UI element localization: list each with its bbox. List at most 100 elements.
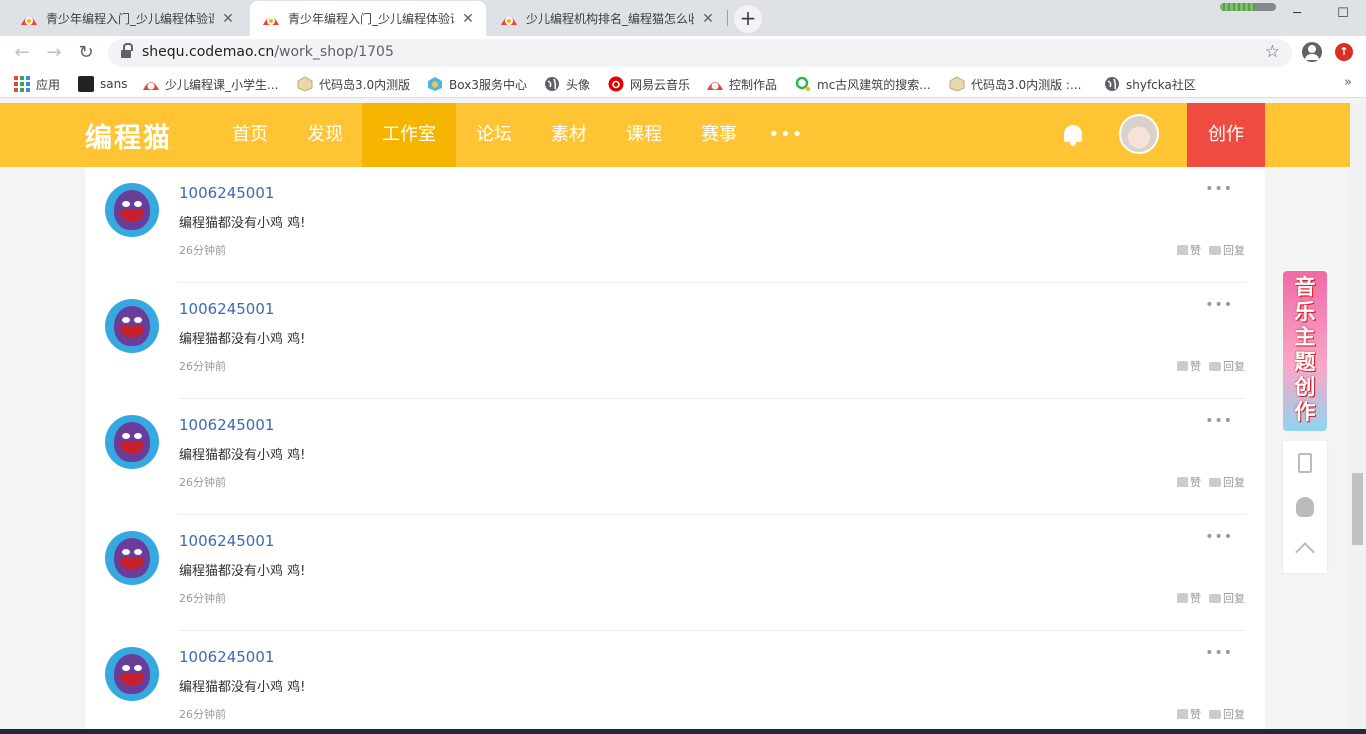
browser-tab[interactable]: 青少年编程入门_少儿编程体验课 ✕ — [8, 1, 246, 36]
like-button[interactable]: 赞 — [1177, 474, 1201, 490]
scrollbar-thumb[interactable] — [1352, 473, 1363, 545]
bookmark-mc-search[interactable]: mc古风建筑的搜索... — [795, 75, 931, 93]
nav-materials[interactable]: 素材 — [539, 103, 599, 167]
bookmark-star-icon[interactable]: ☆ — [1265, 42, 1280, 62]
close-tab-icon[interactable]: ✕ — [700, 11, 716, 27]
update-icon[interactable]: ↑ — [1335, 43, 1353, 61]
reload-icon[interactable]: ↻ — [73, 40, 99, 66]
bookmarks-overflow-icon[interactable]: » — [1344, 75, 1352, 90]
comment-more-icon[interactable]: ••• — [1205, 529, 1233, 545]
chevron-up-icon — [1295, 542, 1315, 562]
url-text[interactable]: shequ.codemao.cn/work_shop/1705 — [142, 44, 394, 60]
url-path: /work_shop/1705 — [274, 44, 394, 60]
codemao-logo[interactable]: 编程猫 — [85, 116, 172, 155]
bookmark-netease-music[interactable]: 网易云音乐 — [608, 75, 690, 93]
cube-icon — [949, 76, 965, 92]
bookmark-label: Box3服务中心 — [449, 77, 527, 92]
reply-button[interactable]: 回复 — [1209, 474, 1245, 490]
new-tab-button[interactable]: + — [734, 5, 762, 33]
commenter-name[interactable]: 1006245001 — [179, 300, 274, 318]
comment-more-icon[interactable]: ••• — [1205, 645, 1233, 661]
back-to-top-button[interactable] — [1283, 529, 1327, 573]
lock-icon[interactable] — [121, 43, 133, 58]
bookmark-shyfcka[interactable]: shyfcka社区 — [1104, 75, 1196, 93]
side-toolbar — [1283, 441, 1327, 573]
nav-discover[interactable]: 发现 — [295, 103, 355, 167]
commenter-avatar[interactable] — [105, 415, 159, 469]
codemao-favicon-icon — [21, 16, 37, 25]
comment-time: 26分钟前 — [179, 244, 226, 257]
commenter-name[interactable]: 1006245001 — [179, 532, 274, 550]
qq-group-button[interactable] — [1283, 485, 1327, 529]
commenter-avatar[interactable] — [105, 531, 159, 585]
codemao-icon — [143, 82, 159, 90]
comment-more-icon[interactable]: ••• — [1205, 181, 1233, 197]
maximize-window-icon[interactable]: ☐ — [1320, 0, 1366, 30]
comment-item: 1006245001 编程猫都没有小鸡 鸡! 26分钟前 ••• 赞 回复 — [85, 399, 1265, 515]
browser-tab-active[interactable]: 青少年编程入门_少儿编程体验课 ✕ — [250, 1, 486, 36]
commenter-name[interactable]: 1006245001 — [179, 184, 274, 202]
minimize-window-icon[interactable]: ─ — [1274, 0, 1320, 30]
bookmark-label: 网易云音乐 — [630, 77, 691, 92]
commenter-avatar[interactable] — [105, 183, 159, 237]
bookmark-label: 头像 — [566, 77, 591, 92]
url-host: shequ.codemao.cn — [142, 44, 275, 60]
browser-tab[interactable]: 少儿编程机构排名_编程猫怎么收 ✕ — [488, 1, 726, 36]
bookmark-codeisland-2[interactable]: 代码岛3.0内测版 :... — [949, 75, 1081, 93]
like-button[interactable]: 赞 — [1177, 242, 1201, 258]
nav-courses[interactable]: 课程 — [614, 103, 674, 167]
sans-icon — [78, 76, 94, 92]
nav-forum[interactable]: 论坛 — [464, 103, 524, 167]
bookmark-label: shyfcka社区 — [1126, 77, 1196, 92]
bookmark-control-works[interactable]: 控制作品 — [707, 75, 777, 93]
address-bar[interactable]: shequ.codemao.cn/work_shop/1705 ☆ — [108, 39, 1292, 67]
commenter-name[interactable]: 1006245001 — [179, 648, 274, 666]
close-tab-icon[interactable]: ✕ — [220, 11, 236, 27]
bookmark-box3[interactable]: Box3服务中心 — [427, 75, 527, 93]
codemao-favicon-icon — [263, 16, 279, 25]
bookmark-avatar[interactable]: 头像 — [544, 75, 590, 93]
comment-text: 编程猫都没有小鸡 鸡! — [179, 564, 306, 579]
comment-more-icon[interactable]: ••• — [1205, 413, 1233, 429]
bookmark-codeisland[interactable]: 代码岛3.0内测版 — [297, 75, 410, 93]
commenter-avatar[interactable] — [105, 299, 159, 353]
comment-text: 编程猫都没有小鸡 鸡! — [179, 448, 306, 463]
forward-arrow-icon[interactable]: → — [41, 40, 67, 66]
reply-bubble-icon — [1209, 361, 1221, 371]
thumbs-up-icon — [1177, 361, 1188, 371]
like-button[interactable]: 赞 — [1177, 706, 1201, 722]
reply-label: 回复 — [1223, 476, 1245, 489]
reply-label: 回复 — [1223, 244, 1245, 257]
commenter-avatar[interactable] — [105, 647, 159, 701]
comment-text: 编程猫都没有小鸡 鸡! — [179, 216, 306, 231]
bookmark-codemao-course[interactable]: 少儿编程课_小学生... — [143, 75, 278, 93]
nav-home[interactable]: 首页 — [220, 103, 280, 167]
reply-button[interactable]: 回复 — [1209, 242, 1245, 258]
close-tab-icon[interactable]: ✕ — [460, 11, 476, 27]
bookmark-apps[interactable]: 应用 — [14, 75, 60, 93]
reply-button[interactable]: 回复 — [1209, 590, 1245, 606]
download-progress-fill — [1220, 3, 1255, 11]
qq-penguin-icon — [1296, 497, 1314, 517]
reply-button[interactable]: 回复 — [1209, 706, 1245, 722]
nav-more-icon[interactable]: ••• — [764, 103, 808, 167]
like-button[interactable]: 赞 — [1177, 358, 1201, 374]
bell-icon[interactable] — [1062, 123, 1084, 147]
commenter-name[interactable]: 1006245001 — [179, 416, 274, 434]
mobile-app-button[interactable] — [1283, 441, 1327, 485]
comment-more-icon[interactable]: ••• — [1205, 297, 1233, 313]
codemao-icon — [707, 82, 723, 90]
back-arrow-icon[interactable]: ← — [9, 40, 35, 66]
create-button[interactable]: 创作 — [1187, 103, 1265, 167]
bookmarks-bar: 应用 sans 少儿编程课_小学生... 代码岛3.0内测版 Box3服务中心 … — [0, 70, 1366, 98]
page-scrollbar[interactable] — [1350, 103, 1366, 734]
bookmark-sans[interactable]: sans — [78, 75, 127, 93]
like-button[interactable]: 赞 — [1177, 590, 1201, 606]
user-avatar[interactable] — [1119, 114, 1159, 154]
comment-actions: 赞 回复 — [1177, 474, 1245, 490]
profile-icon[interactable] — [1302, 42, 1322, 62]
nav-contests[interactable]: 赛事 — [689, 103, 749, 167]
reply-button[interactable]: 回复 — [1209, 358, 1245, 374]
nav-workshop[interactable]: 工作室 — [362, 103, 456, 167]
music-theme-promo-banner[interactable]: 音乐主题创作 — [1283, 271, 1327, 431]
